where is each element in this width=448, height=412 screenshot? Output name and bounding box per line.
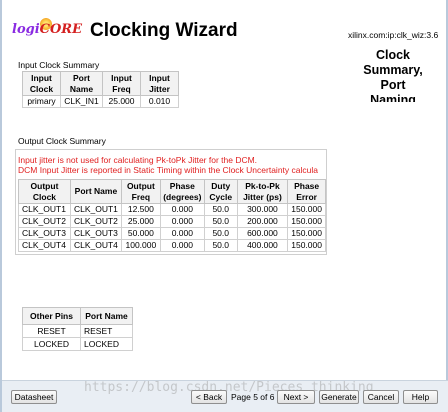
ip-identifier: xilinx.com:ip:clk_wiz:3.6: [348, 30, 439, 40]
output-table-cell: CLK_OUT4: [18, 239, 71, 252]
output-clock-summary-label: Output Clock Summary: [18, 136, 106, 146]
input-table-cell: 0.010: [140, 95, 179, 108]
output-table-cell: CLK_OUT2: [18, 215, 71, 228]
other-pins-cell: LOCKED: [80, 337, 133, 351]
clocking-wizard-window: logiCORE Clocking Wizard xilinx.com:ip:c…: [0, 0, 448, 412]
output-table-cell: 0.000: [159, 239, 205, 252]
input-table-cell: primary: [22, 95, 61, 108]
output-table-header: Phase (degrees): [159, 179, 205, 204]
dcm-jitter-note: DCM Input Jitter is reported in Static T…: [18, 165, 318, 175]
logicore-logo: logiCORE: [12, 22, 83, 37]
page-indicator: Page 5 of 6: [231, 392, 275, 402]
cancel-button[interactable]: Cancel: [363, 390, 399, 404]
output-table-cell: 0.000: [159, 203, 205, 216]
jitter-note: Input jitter is not used for calculating…: [18, 155, 258, 165]
output-table-cell: 50.0: [203, 203, 238, 216]
other-pins-cell: RESET: [22, 324, 81, 338]
output-table-cell: CLK_OUT3: [69, 227, 122, 240]
output-table-cell: 150.000: [287, 215, 326, 228]
output-table-cell: 0.000: [159, 227, 205, 240]
side-panel-title: Clock Summary, Port Naming: [363, 48, 423, 102]
output-table-cell: 50.000: [120, 227, 161, 240]
output-table-cell: CLK_OUT3: [18, 227, 71, 240]
output-table-cell: 150.000: [287, 203, 326, 216]
output-table-header: Port Name: [69, 179, 122, 204]
input-table-header: Input Clock: [22, 71, 61, 96]
other-pins-row: RESET RESET: [22, 324, 133, 338]
input-table-header: Port Name: [60, 71, 103, 96]
input-clock-summary-label: Input Clock Summary: [18, 60, 100, 70]
page-title: Clocking Wizard: [90, 20, 238, 41]
output-table-header: Output Freq: [120, 179, 161, 204]
other-pins-header: Port Name: [80, 307, 133, 325]
output-table-cell: CLK_OUT4: [69, 239, 122, 252]
back-button[interactable]: < Back: [191, 390, 227, 404]
input-table-cell: 25.000: [102, 95, 141, 108]
output-table-cell: 200.000: [236, 215, 289, 228]
output-table-row: CLK_OUT4 CLK_OUT4 100.000 0.000 50.0 400.000 1…: [18, 239, 326, 252]
output-clock-table: Output Clock Port Name Output Freq Phase (d…: [18, 179, 326, 252]
other-pins-cell: RESET: [80, 324, 133, 338]
help-button[interactable]: Help: [403, 390, 438, 404]
output-table-cell: 25.000: [120, 215, 161, 228]
input-table-row: primary CLK_IN1 25.000 0.010: [22, 95, 179, 108]
input-table-cell: CLK_IN1: [60, 95, 103, 108]
output-table-cell: CLK_OUT1: [18, 203, 71, 216]
output-table-cell: 600.000: [236, 227, 289, 240]
generate-button[interactable]: Generate: [319, 390, 359, 404]
output-table-cell: 300.000: [236, 203, 289, 216]
output-table-cell: 0.000: [159, 215, 205, 228]
input-table-header: Input Freq: [102, 71, 141, 96]
output-table-cell: 50.0: [203, 215, 238, 228]
next-button[interactable]: Next >: [277, 390, 315, 404]
other-pins-table: Other Pins Port Name RESET RESET LOCKED LOCK…: [22, 307, 133, 351]
output-clock-panel[interactable]: Input jitter is not used for calculating…: [15, 149, 327, 255]
output-table-header: Duty Cycle: [203, 179, 238, 204]
output-table-cell: 150.000: [287, 239, 326, 252]
output-table-row: CLK_OUT2 CLK_OUT2 25.000 0.000 50.0 200.000 15…: [18, 215, 326, 228]
output-table-header: Pk-to-Pk Jitter (ps): [236, 179, 289, 204]
datasheet-button[interactable]: Datasheet: [11, 390, 57, 404]
output-table-cell: 50.0: [203, 239, 238, 252]
input-table-header: Input Jitter: [140, 71, 179, 96]
output-table-cell: 400.000: [236, 239, 289, 252]
output-table-row: CLK_OUT3 CLK_OUT3 50.000 0.000 50.0 600.000 15…: [18, 227, 326, 240]
output-table-cell: 12.500: [120, 203, 161, 216]
output-table-cell: 150.000: [287, 227, 326, 240]
other-pins-row: LOCKED LOCKED: [22, 337, 133, 351]
output-table-cell: CLK_OUT1: [69, 203, 122, 216]
output-table-cell: CLK_OUT2: [69, 215, 122, 228]
other-pins-header: Other Pins: [22, 307, 81, 325]
output-table-header: Output Clock: [18, 179, 71, 204]
output-table-row: CLK_OUT1 CLK_OUT1 12.500 0.000 50.0 300.000 15…: [18, 203, 326, 216]
output-table-cell: 100.000: [120, 239, 161, 252]
input-clock-table: Input Clock Port Name Input Freq Input Jitt…: [22, 71, 179, 108]
output-table-cell: 50.0: [203, 227, 238, 240]
output-table-header: Phase Error: [287, 179, 326, 204]
other-pins-cell: LOCKED: [22, 337, 81, 351]
